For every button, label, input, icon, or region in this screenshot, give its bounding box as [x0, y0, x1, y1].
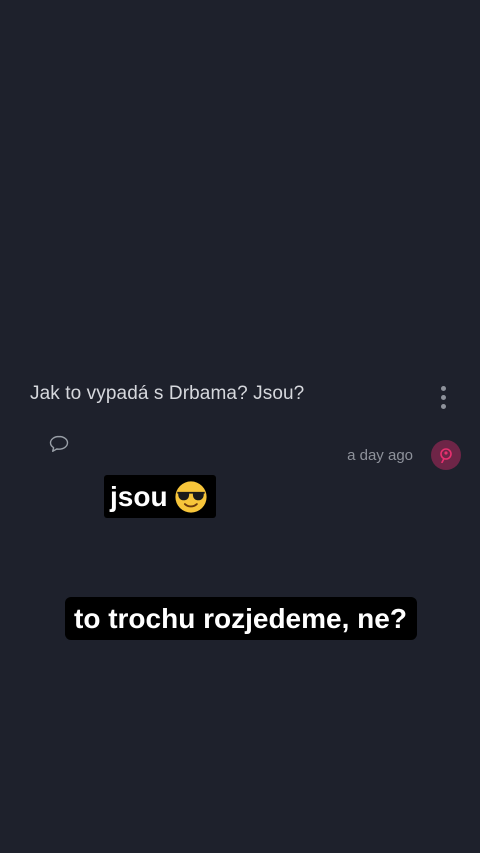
- sticker-jsou-text: jsou: [110, 481, 168, 512]
- sunglasses-face-icon: [174, 480, 207, 513]
- more-vertical-icon: [440, 385, 446, 391]
- more-dot: [440, 403, 446, 409]
- question-text: Jak to vypadá s Drbama? Jsou?: [30, 383, 305, 404]
- comment-bubble-icon[interactable]: [48, 434, 70, 454]
- sticker-rozjedeme[interactable]: to trochu rozjedeme, ne?: [65, 597, 417, 640]
- more-options-button[interactable]: [431, 380, 455, 414]
- more-dot: [440, 394, 446, 400]
- post-timestamp: a day ago: [347, 447, 413, 464]
- avatar-icon: [440, 448, 452, 463]
- sticker-jsou[interactable]: jsou: [104, 475, 216, 518]
- avatar[interactable]: [431, 440, 461, 470]
